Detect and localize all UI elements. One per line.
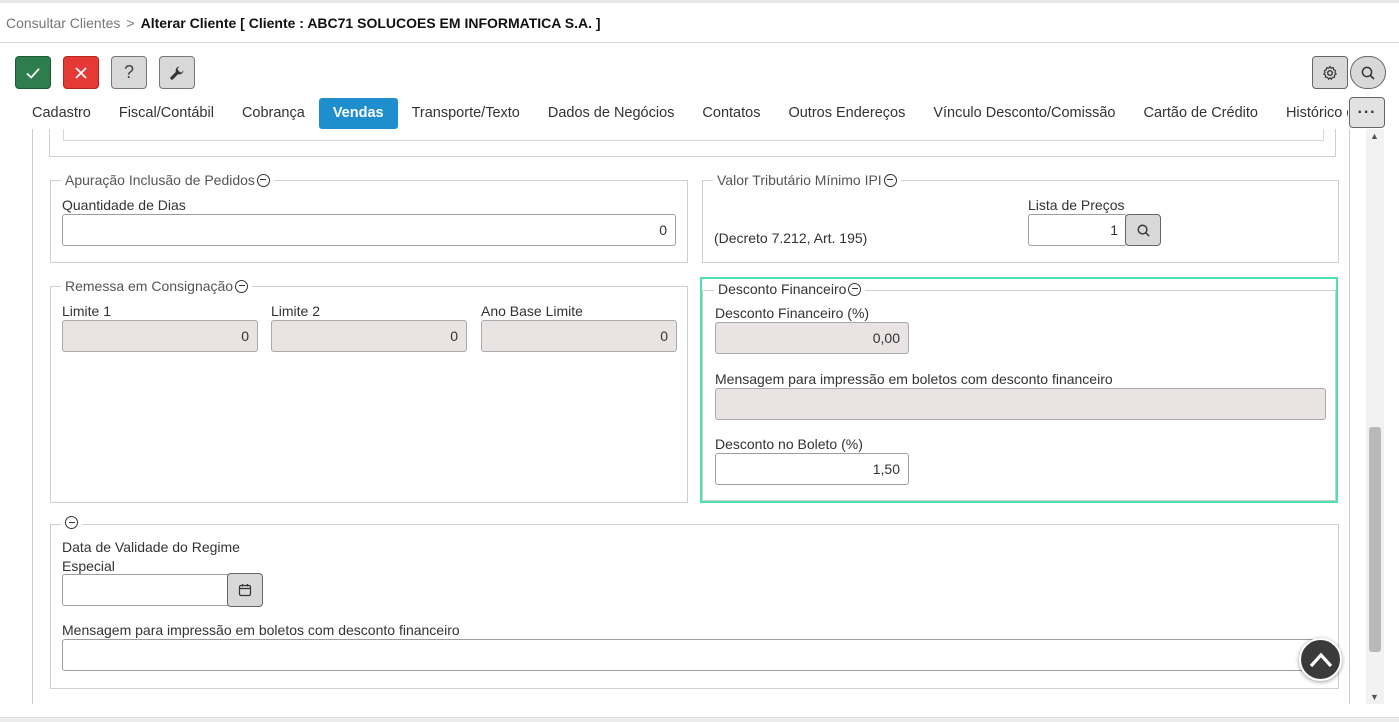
desconto-legend: Desconto Financeiro bbox=[714, 281, 866, 297]
tab-cobranca[interactable]: Cobrança bbox=[228, 98, 319, 129]
desconto-mensagem-label: Mensagem para impressão em boletos com d… bbox=[715, 371, 1113, 387]
tab-dados-de-negocios[interactable]: Dados de Negócios bbox=[534, 98, 689, 129]
settings-button[interactable] bbox=[1312, 56, 1348, 89]
form-scroll-area[interactable]: Apuração Inclusão de Pedidos Quantidade … bbox=[32, 129, 1350, 704]
apuracao-section: Apuração Inclusão de Pedidos Quantidade … bbox=[50, 172, 688, 263]
validade-regime-label-line1: Data de Validade do Regime bbox=[62, 539, 240, 555]
valor-tributario-legend: Valor Tributário Mínimo IPI bbox=[713, 172, 901, 188]
wrench-icon bbox=[170, 66, 184, 80]
calendar-button[interactable] bbox=[227, 573, 263, 607]
close-icon bbox=[75, 66, 87, 79]
tab-fiscal-contabil[interactable]: Fiscal/Contábil bbox=[105, 98, 228, 129]
tools-button[interactable] bbox=[159, 56, 195, 89]
breadcrumb: Consultar Clientes > Alterar Cliente [ C… bbox=[0, 3, 1399, 43]
limite2-label: Limite 2 bbox=[271, 303, 321, 319]
search-button[interactable] bbox=[1350, 56, 1386, 89]
regime-legend bbox=[61, 516, 82, 529]
scroll-up-icon[interactable]: ▲ bbox=[1370, 131, 1379, 141]
quantidade-dias-input[interactable]: 0 bbox=[62, 214, 676, 246]
remessa-section: Remessa em Consignação Limite 1 0 Limite… bbox=[50, 278, 688, 503]
check-icon bbox=[26, 67, 40, 79]
more-tabs-button[interactable]: ··· bbox=[1349, 97, 1385, 128]
tab-outros-enderecos[interactable]: Outros Endereços bbox=[774, 98, 919, 129]
valor-tributario-legend-text: Valor Tributário Mínimo IPI bbox=[717, 172, 882, 188]
gear-icon bbox=[1322, 65, 1338, 80]
action-toolbar: ? bbox=[15, 56, 195, 89]
tab-contatos[interactable]: Contatos bbox=[688, 98, 774, 129]
collapse-icon[interactable] bbox=[65, 516, 78, 529]
limite2-input[interactable]: 0 bbox=[271, 320, 467, 352]
vertical-scrollbar[interactable]: ▲ ▼ bbox=[1366, 129, 1384, 704]
tab-transporte-texto[interactable]: Transporte/Texto bbox=[398, 98, 534, 129]
apuracao-legend: Apuração Inclusão de Pedidos bbox=[61, 172, 274, 188]
lista-precos-input[interactable]: 1 bbox=[1028, 214, 1127, 246]
desconto-boleto-label: Desconto no Boleto (%) bbox=[715, 436, 863, 452]
help-button[interactable]: ? bbox=[111, 56, 147, 89]
tab-vendas[interactable]: Vendas bbox=[318, 97, 398, 129]
previous-section-input bbox=[63, 129, 1324, 141]
app-window: Consultar Clientes > Alterar Cliente [ C… bbox=[0, 0, 1399, 722]
regime-section: Data de Validade do Regime Especial Mens… bbox=[50, 516, 1339, 689]
help-label: ? bbox=[123, 62, 134, 82]
apuracao-legend-text: Apuração Inclusão de Pedidos bbox=[65, 172, 255, 188]
scroll-to-top-button[interactable] bbox=[1299, 638, 1342, 681]
desconto-financeiro-section: Desconto Financeiro Desconto Financeiro … bbox=[700, 277, 1338, 503]
search-icon bbox=[1137, 224, 1150, 237]
tab-cartao-de-credito[interactable]: Cartão de Crédito bbox=[1130, 98, 1272, 129]
desconto-percent-input[interactable]: 0,00 bbox=[715, 322, 909, 354]
cancel-button[interactable] bbox=[63, 56, 99, 89]
tab-vinculo-desconto-comissao[interactable]: Vínculo Desconto/Comissão bbox=[919, 98, 1129, 129]
regime-mensagem-label: Mensagem para impressão em boletos com d… bbox=[62, 622, 460, 638]
lista-precos-search-button[interactable] bbox=[1125, 214, 1161, 246]
scrollbar-thumb[interactable] bbox=[1369, 427, 1381, 652]
limite1-input[interactable]: 0 bbox=[62, 320, 258, 352]
valor-tributario-section: Valor Tributário Mínimo IPI (Decreto 7.2… bbox=[702, 172, 1339, 263]
limite1-label: Limite 1 bbox=[62, 303, 112, 319]
ano-base-label: Ano Base Limite bbox=[481, 303, 583, 319]
tab-bar: Cadastro Fiscal/Contábil Cobrança Vendas… bbox=[18, 97, 1348, 129]
collapse-icon[interactable] bbox=[848, 282, 862, 296]
lista-precos-label: Lista de Preços bbox=[1028, 197, 1125, 213]
breadcrumb-separator: > bbox=[126, 14, 135, 31]
remessa-legend-text: Remessa em Consignação bbox=[65, 278, 234, 294]
decreto-text: (Decreto 7.212, Art. 195) bbox=[714, 230, 868, 246]
ano-base-input[interactable]: 0 bbox=[481, 320, 677, 352]
scroll-down-icon[interactable]: ▼ bbox=[1370, 692, 1379, 702]
desconto-boleto-input[interactable]: 1,50 bbox=[715, 453, 909, 485]
collapse-icon[interactable] bbox=[256, 173, 270, 187]
desconto-percent-label: Desconto Financeiro (%) bbox=[715, 305, 870, 321]
confirm-button[interactable] bbox=[15, 56, 51, 89]
search-icon bbox=[1361, 66, 1375, 80]
quantidade-dias-label: Quantidade de Dias bbox=[62, 197, 186, 213]
right-toolbar bbox=[1312, 56, 1386, 89]
collapse-icon[interactable] bbox=[235, 279, 249, 293]
desconto-mensagem-input[interactable] bbox=[715, 388, 1326, 420]
remessa-legend: Remessa em Consignação bbox=[61, 278, 253, 294]
bottom-bar bbox=[0, 717, 1399, 722]
validade-regime-label: Data de Validade do Regime Especial bbox=[62, 538, 240, 576]
regime-mensagem-input[interactable] bbox=[62, 639, 1324, 671]
tab-historico[interactable]: Histórico de A bbox=[1272, 98, 1348, 129]
page-title: Alterar Cliente [ Cliente : ABC71 SOLUCO… bbox=[140, 14, 601, 31]
calendar-icon bbox=[238, 584, 252, 597]
collapse-icon[interactable] bbox=[883, 173, 897, 187]
desconto-legend-text: Desconto Financeiro bbox=[718, 281, 847, 297]
chevron-up-icon bbox=[1309, 652, 1332, 667]
breadcrumb-parent-link[interactable]: Consultar Clientes bbox=[6, 15, 120, 31]
validade-regime-input[interactable] bbox=[62, 574, 230, 606]
tab-cadastro[interactable]: Cadastro bbox=[18, 98, 105, 129]
